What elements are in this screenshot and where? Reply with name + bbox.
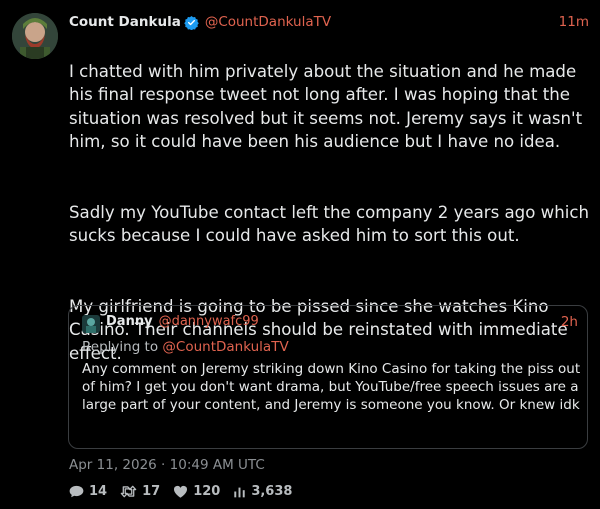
reply-count: 14 xyxy=(89,483,108,499)
replying-prefix: Replying to xyxy=(82,339,159,355)
tweet-time[interactable]: 11m xyxy=(559,14,589,30)
tweet-stats: 14 17 120 3,638 xyxy=(69,482,305,500)
quote-author-handle[interactable]: @dannywafc99 xyxy=(159,314,259,329)
quote-header: Danny @dannywafc99 xyxy=(106,314,259,329)
tweet-header: Count Dankula @CountDankulaTV 11m xyxy=(69,11,589,33)
bar-chart-icon xyxy=(234,487,246,497)
verified-badge-icon xyxy=(184,15,199,30)
author-name[interactable]: Count Dankula xyxy=(69,14,181,30)
tweet-date[interactable]: Apr 11, 2026 · 10:49 AM UTC xyxy=(69,457,265,473)
tweet-paragraph: I chatted with him privately about the s… xyxy=(69,61,583,152)
quote-avatar[interactable] xyxy=(82,315,100,333)
avatar[interactable] xyxy=(12,13,58,59)
quote-author-name[interactable]: Danny xyxy=(106,314,153,329)
retweet-count: 17 xyxy=(142,483,161,499)
author-handle[interactable]: @CountDankulaTV xyxy=(205,14,331,30)
quoted-tweet[interactable]: Danny @dannywafc99 2h Replying to @CountD… xyxy=(68,305,588,449)
tweet-paragraph: Sadly my YouTube contact left the compan… xyxy=(69,202,589,246)
views-stat[interactable]: 3,638 xyxy=(233,484,292,499)
quote-time[interactable]: 2h xyxy=(561,314,578,330)
heart-icon xyxy=(174,485,188,498)
comment-icon xyxy=(69,485,84,497)
reply-stat[interactable]: 14 xyxy=(69,484,107,499)
like-stat[interactable]: 120 xyxy=(173,484,220,499)
replying-mention[interactable]: @CountDankulaTV xyxy=(162,339,288,355)
tweet: Count Dankula @CountDankulaTV 11m I chat… xyxy=(0,0,600,509)
quote-text: Any comment on Jeremy striking down Kino… xyxy=(82,361,581,413)
like-count: 120 xyxy=(193,483,221,499)
retweet-icon xyxy=(120,485,137,497)
retweet-stat[interactable]: 17 xyxy=(120,484,160,499)
replying-to: Replying to @CountDankulaTV xyxy=(82,339,289,355)
views-count: 3,638 xyxy=(251,483,293,499)
